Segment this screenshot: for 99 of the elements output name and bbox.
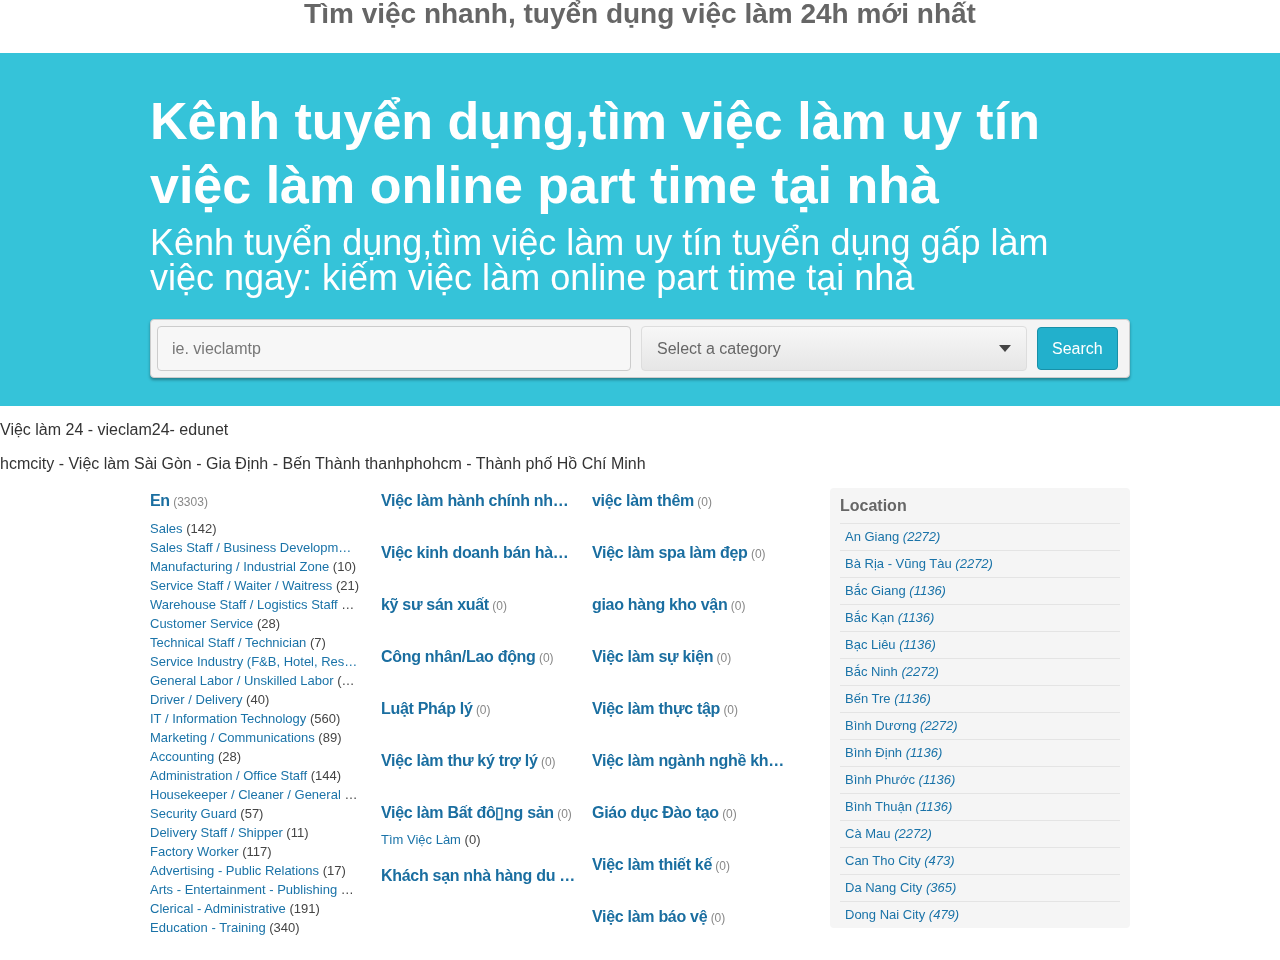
category-count: (0): [539, 755, 556, 769]
category-count: (28): [255, 616, 281, 631]
location-link[interactable]: Dong Nai City (479): [845, 905, 960, 925]
category-link[interactable]: Clerical - Administrative: [150, 901, 286, 916]
category-title[interactable]: Việc làm báo vệ: [592, 908, 708, 925]
category-count: (3303): [172, 495, 208, 509]
category-count: (117): [241, 844, 272, 859]
category-count: (0): [729, 599, 746, 613]
category-count: (560): [308, 711, 341, 726]
category-title[interactable]: Việc làm thiết kế: [592, 856, 712, 873]
category-link[interactable]: Driver / Delivery: [150, 692, 243, 707]
category-link[interactable]: Delivery Staff / Shipper: [150, 825, 283, 840]
category-count: (0): [556, 807, 572, 821]
category-count: (21): [334, 578, 360, 593]
category-count: (17): [321, 863, 346, 878]
location-link[interactable]: Bà Rịa - Vũng Tàu (2272): [845, 554, 993, 574]
category-count: (0): [715, 651, 732, 665]
category-title[interactable]: Việc làm sự kiện: [592, 648, 714, 665]
category-count: (7): [308, 635, 326, 650]
category-count: (142): [185, 521, 217, 536]
category-link[interactable]: Service Staff / Waiter / Waitress: [150, 578, 333, 593]
location-link[interactable]: Bạc Liêu (1136): [845, 635, 936, 655]
category-title[interactable]: kỹ sư sán xuất: [381, 596, 489, 613]
category-title[interactable]: Việc làm thực tập: [592, 700, 721, 717]
category-link[interactable]: Tìm Việc Làm: [381, 832, 461, 847]
category-count: (340): [268, 920, 300, 935]
category-title[interactable]: En: [150, 492, 170, 509]
category-title[interactable]: Giáo dục Đào tạo: [592, 804, 719, 821]
location-title: Location: [840, 496, 908, 516]
category-title[interactable]: giao hàng kho vận: [592, 596, 728, 613]
category-title[interactable]: Việc làm hành chính nh…: [381, 492, 569, 509]
location-link[interactable]: Bắc Ninh (2272): [845, 662, 939, 682]
category-link[interactable]: Technical Staff / Technician: [150, 635, 307, 650]
category-count: (0): [696, 495, 712, 509]
category-select[interactable]: Select a category: [641, 326, 1027, 371]
category-count: (28): [216, 749, 242, 764]
location-link[interactable]: Bắc Giang (1136): [845, 581, 946, 601]
location-link[interactable]: Bình Dương (2272): [845, 716, 958, 736]
category-link[interactable]: Manufacturing / Industrial Zone: [150, 559, 330, 574]
location-link[interactable]: Bắc Kạn (1136): [845, 608, 935, 628]
category-count: (11): [285, 825, 309, 840]
info-text: hcmcity - Việc làm Sài Gòn - Gia Định - Bến Thành thanhphohcm - Thành phố Hồ Chí Minh: [0, 454, 647, 474]
hero-title: Kênh tuyển dụng,tìm việc làm uy tín việc làm online part time tại nhà: [150, 91, 1041, 216]
category-title[interactable]: Khách sạn nhà hàng du …: [381, 867, 575, 884]
category-link[interactable]: Marketing / Communications: [150, 730, 315, 745]
category-count: (0): [463, 832, 481, 847]
category-count: (191): [288, 901, 320, 916]
category-count: (0): [491, 599, 507, 613]
category-link[interactable]: Accounting: [150, 749, 215, 764]
category-link[interactable]: Education - Training: [150, 920, 266, 935]
category-link[interactable]: Factory Worker: [150, 844, 239, 859]
category-title[interactable]: Việc kinh doanh bán hà…: [381, 544, 569, 561]
search-field[interactable]: ie. vieclamtp: [157, 326, 631, 371]
category-count: …: [343, 787, 358, 802]
category-link[interactable]: General Labor / Unskilled Labor: [150, 673, 334, 688]
category-count: (0): [474, 703, 491, 717]
location-link[interactable]: Can Tho City (473): [845, 851, 955, 871]
category-count: (57): [239, 806, 264, 821]
category-link[interactable]: Administration / Office Staff: [150, 768, 308, 783]
location-link[interactable]: An Giang (2272): [845, 527, 941, 547]
category-link[interactable]: Sales Staff / Business Developm…: [150, 540, 352, 555]
category-title[interactable]: việc làm thêm: [592, 492, 694, 509]
category-link[interactable]: IT / Information Technology: [150, 711, 307, 726]
category-link[interactable]: Customer Service: [150, 616, 254, 631]
category-count: (0): [721, 807, 737, 821]
location-link[interactable]: Bình Thuận (1136): [845, 797, 953, 817]
category-count: (0): [709, 911, 726, 925]
category-count: (0): [749, 547, 766, 561]
category-link[interactable]: Sales: [150, 521, 183, 536]
category-link[interactable]: Housekeeper / Cleaner / General: [150, 787, 341, 802]
caret-icon: [999, 345, 1011, 352]
category-count: (0): [537, 651, 554, 665]
info-text: Việc làm 24 - vieclam24- edunet: [0, 420, 230, 440]
category-count: (10): [331, 559, 356, 574]
category-title[interactable]: Việc làm thư ký trợ lý: [381, 752, 538, 769]
category-count: (…: [336, 673, 355, 688]
category-count: (0): [722, 703, 739, 717]
location-link[interactable]: Bến Tre (1136): [845, 689, 931, 709]
location-link[interactable]: Bình Phước (1136): [845, 770, 956, 790]
category-title[interactable]: Việc làm spa làm đẹp: [592, 544, 748, 561]
category-title[interactable]: Việc làm ngành nghề kh…: [592, 752, 784, 769]
location-link[interactable]: Cà Mau (2272): [845, 824, 932, 844]
category-link[interactable]: Arts - Entertainment - Publishing: [150, 882, 338, 897]
category-title[interactable]: Việc làm Bất đô▯ng sản: [381, 804, 554, 821]
category-count: …: [340, 597, 355, 612]
category-count: (0): [714, 859, 731, 873]
category-link[interactable]: Advertising - Public Relations: [150, 863, 320, 878]
category-title[interactable]: Luật Pháp lý: [381, 700, 473, 717]
category-link[interactable]: Security Guard: [150, 806, 237, 821]
location-link[interactable]: Da Nang City (365): [845, 878, 957, 898]
category-link[interactable]: Warehouse Staff / Logistics Staff: [150, 597, 338, 612]
category-count: (144): [309, 768, 342, 783]
category-count: …: [339, 882, 354, 897]
site-title: Tìm việc nhanh, tuyển dụng việc làm 24h mới nhất: [304, 0, 976, 31]
category-link[interactable]: Service Industry (F&B, Hotel, Res…: [150, 654, 358, 669]
category-count: (40): [245, 692, 270, 707]
category-count: (89): [317, 730, 342, 745]
location-link[interactable]: Bình Định (1136): [845, 743, 943, 763]
category-title[interactable]: Công nhân/Lao động: [381, 648, 536, 665]
